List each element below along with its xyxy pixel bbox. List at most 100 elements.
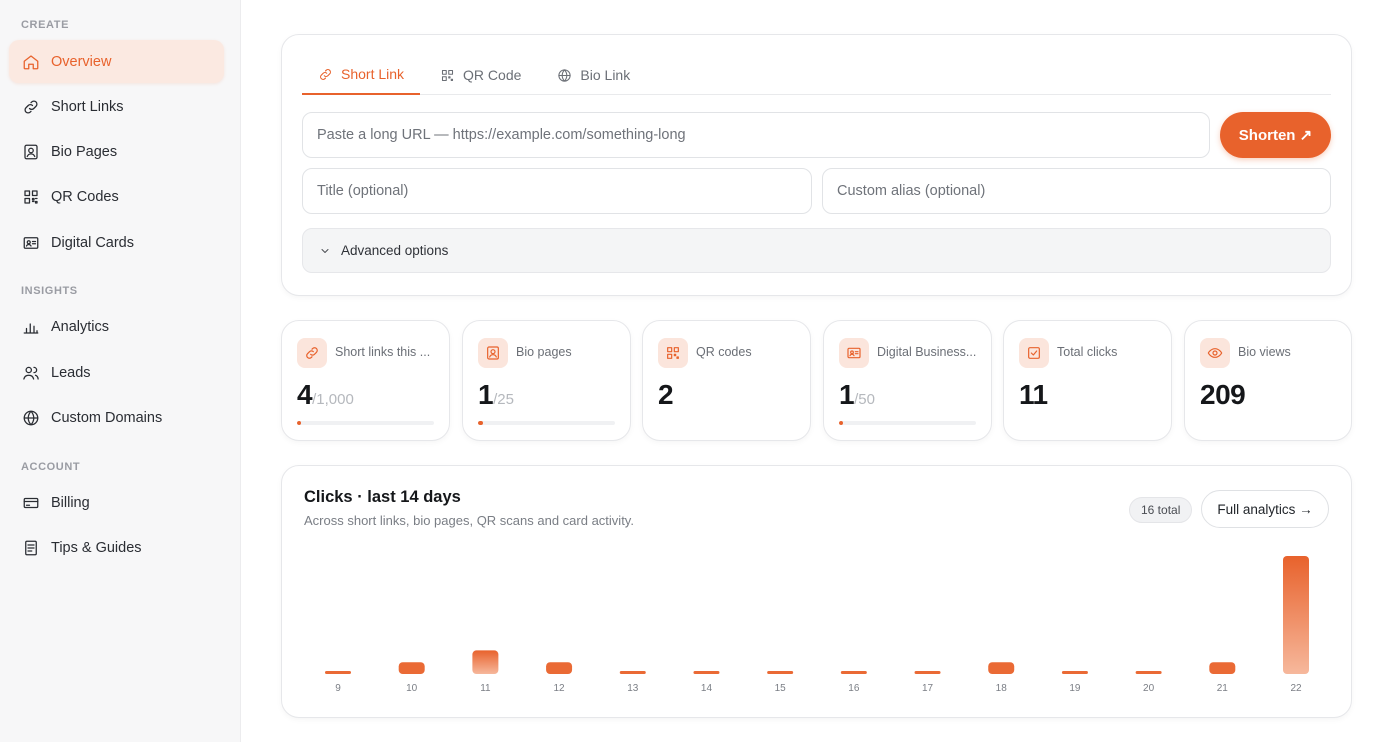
- usage-progress-bar: [297, 421, 434, 425]
- stat-value: 1/50: [839, 379, 875, 410]
- x-tick-label: 22: [1290, 683, 1302, 694]
- check-square-icon: [1019, 338, 1049, 368]
- chart-bar-13[interactable]: [619, 671, 646, 674]
- home-icon: [22, 53, 40, 71]
- chart-bar-10[interactable]: [398, 662, 425, 674]
- link-icon: [297, 338, 327, 368]
- chevron-down-icon: [321, 248, 329, 253]
- chart-bar-16[interactable]: [840, 671, 867, 674]
- id-card-icon: [839, 338, 869, 368]
- bar-chart-icon: [22, 318, 40, 336]
- stat-limit: /1,000: [312, 391, 354, 408]
- sidebar-item-short-links[interactable]: Short Links: [9, 85, 224, 128]
- sidebar-item-label: Custom Domains: [51, 409, 163, 426]
- users-icon: [22, 364, 40, 382]
- chart-bar-12[interactable]: [546, 662, 573, 674]
- eye-icon: [1200, 338, 1230, 368]
- sidebar-item-label: QR Codes: [51, 188, 119, 205]
- shorten-button[interactable]: Shorten ↗: [1220, 112, 1331, 158]
- sidebar-item-label: Leads: [51, 364, 91, 381]
- usage-progress-bar: [839, 421, 976, 425]
- sidebar-item-label: Tips & Guides: [51, 539, 142, 556]
- globe-icon: [22, 409, 40, 427]
- stat-card-bio-views[interactable]: Bio views 209: [1184, 320, 1352, 441]
- long-url-input[interactable]: [302, 112, 1210, 158]
- create-tabs: Short Link QR Code Bio Link: [302, 55, 1331, 95]
- globe-icon: [558, 68, 572, 82]
- stat-card-bio-pages[interactable]: Bio pages 1/25: [462, 320, 631, 441]
- advanced-options-toggle[interactable]: Advanced options: [302, 228, 1331, 273]
- tab-short-link[interactable]: Short Link: [302, 55, 421, 95]
- sidebar-item-leads[interactable]: Leads: [9, 351, 224, 394]
- stat-limit: /50: [854, 391, 875, 408]
- sidebar-item-overview[interactable]: Overview: [9, 40, 224, 83]
- usage-progress-bar: [478, 421, 615, 425]
- advanced-options-label: Advanced options: [341, 243, 449, 258]
- stat-label: Bio views: [1238, 345, 1291, 359]
- sidebar-item-analytics[interactable]: Analytics: [9, 305, 224, 348]
- x-tick-label: 15: [775, 683, 787, 694]
- sidebar-item-tips-guides[interactable]: Tips & Guides: [9, 526, 224, 569]
- chart-bar-15[interactable]: [767, 671, 794, 674]
- credit-card-icon: [22, 494, 40, 512]
- tab-label: Short Link: [341, 66, 405, 82]
- chart-bar-9[interactable]: [325, 671, 351, 674]
- clicks-chart-card: Clicks · last 14 days Across short links…: [281, 465, 1352, 718]
- bio-page-icon: [22, 143, 40, 161]
- x-tick-label: 16: [848, 683, 860, 694]
- x-tick-label: 9: [335, 683, 341, 694]
- x-tick-label: 20: [1143, 683, 1155, 694]
- chart-bar-20[interactable]: [1135, 671, 1162, 674]
- tab-qr-code[interactable]: QR Code: [424, 55, 537, 95]
- chart-bar-18[interactable]: [988, 662, 1015, 674]
- title-input[interactable]: [302, 168, 812, 214]
- x-tick-label: 11: [480, 683, 491, 694]
- link-icon: [22, 98, 40, 116]
- chart-bar-19[interactable]: [1061, 671, 1088, 674]
- stat-value: 4/1,000: [297, 379, 354, 410]
- qr-code-icon: [442, 69, 454, 81]
- x-tick-label: 10: [406, 683, 418, 694]
- sidebar-item-label: Analytics: [51, 318, 110, 335]
- chart-bar-21[interactable]: [1209, 662, 1236, 674]
- stat-label: Digital Business...: [877, 345, 977, 359]
- sidebar-item-label: Bio Pages: [51, 143, 118, 160]
- chart-bar-22[interactable]: [1283, 556, 1309, 674]
- sidebar-item-billing[interactable]: Billing: [9, 481, 224, 524]
- sidebar-item-qr-codes[interactable]: QR Codes: [9, 175, 224, 218]
- chart-bar-14[interactable]: [693, 671, 720, 674]
- section-label-insights: INSIGHTS: [21, 285, 78, 297]
- chart-bar-11[interactable]: [472, 650, 499, 674]
- custom-alias-input[interactable]: [822, 168, 1331, 214]
- sidebar-item-label: Overview: [51, 53, 112, 70]
- clicks-bar-chart: 9 10 11 12 13 14 15 16 17 18 19 20 21 22: [325, 556, 1309, 694]
- id-card-icon: [22, 234, 40, 252]
- qr-code-icon: [22, 188, 40, 206]
- stat-label: QR codes: [696, 345, 752, 359]
- x-tick-label: 13: [627, 683, 639, 694]
- stat-label: Bio pages: [516, 345, 572, 359]
- stat-card-digital-business[interactable]: Digital Business... 1/50: [823, 320, 992, 441]
- stat-label: Total clicks: [1057, 345, 1118, 359]
- stat-card-qr-codes[interactable]: QR codes 2: [642, 320, 811, 441]
- x-tick-label: 18: [996, 683, 1008, 694]
- stat-limit: /25: [493, 391, 514, 408]
- bio-page-icon: [478, 338, 508, 368]
- x-tick-label: 14: [701, 683, 713, 694]
- sidebar-item-label: Short Links: [51, 98, 124, 115]
- x-tick-label: 21: [1217, 683, 1229, 694]
- stat-value: 11: [1019, 379, 1048, 410]
- sidebar-item-custom-domains[interactable]: Custom Domains: [9, 396, 224, 439]
- x-tick-label: 12: [554, 683, 566, 694]
- sidebar-item-bio-pages[interactable]: Bio Pages: [9, 130, 224, 173]
- sidebar-item-label: Billing: [51, 494, 90, 511]
- stat-card-total-clicks[interactable]: Total clicks 11: [1003, 320, 1172, 441]
- sidebar-item-digital-cards[interactable]: Digital Cards: [9, 221, 224, 264]
- tab-bio-link[interactable]: Bio Link: [541, 55, 646, 95]
- document-icon: [22, 539, 40, 557]
- stat-card-short-links[interactable]: Short links this ... 4/1,000: [281, 320, 450, 441]
- link-icon: [320, 68, 331, 80]
- chart-bar-17[interactable]: [914, 671, 941, 674]
- sidebar-item-label: Digital Cards: [51, 234, 134, 251]
- tab-label: Bio Link: [580, 67, 631, 83]
